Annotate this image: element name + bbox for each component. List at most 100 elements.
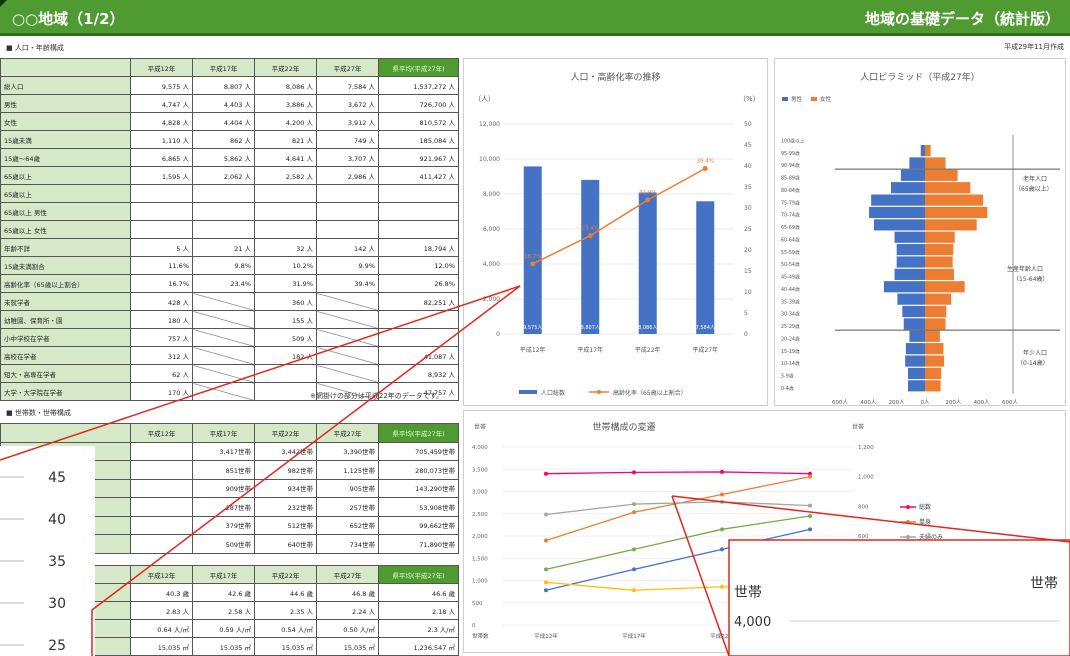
- table-cell: [0, 441, 131, 461]
- table-cell: [254, 382, 317, 401]
- table-cell: 3,390世帯: [316, 441, 379, 461]
- male-bar: [883, 281, 925, 293]
- line-label: 31.9%: [639, 190, 656, 196]
- table-cell: 46.8 歳: [316, 583, 379, 602]
- table-cell: 0.50 人/㎡: [316, 619, 379, 638]
- y2-tick-label: 50: [744, 121, 752, 128]
- x-tick-label: 200人: [889, 399, 905, 406]
- x-tick-label: 400人: [860, 399, 876, 406]
- age-label: 10-14歳: [781, 360, 800, 367]
- table-cell: [192, 184, 255, 203]
- table-cell: 男性: [0, 94, 131, 113]
- line-point: [720, 499, 724, 504]
- table-cell: 4,404 人: [192, 112, 255, 131]
- y-tick-label: 2,000: [483, 296, 500, 303]
- table-cell: 2.35 人: [254, 601, 317, 620]
- table-row: 15歳～64歳 6,865 人 5,862 人 4,641 人 3,707 人 921,9…: [0, 148, 459, 167]
- table-cell: [378, 202, 459, 221]
- table-cell: [130, 515, 193, 535]
- y2-tick-label: 200: [858, 593, 869, 599]
- age-label: 100歳以上: [781, 137, 805, 144]
- table-row: 65歳以上 女性: [0, 220, 459, 239]
- table-cell: 1,595 人: [130, 166, 193, 185]
- y-tick-label: 1,000: [472, 579, 488, 585]
- table-row: 小中学校在学者 757 人 509 人: [0, 328, 459, 347]
- table-cell: 18,794 人: [378, 238, 459, 257]
- table-cell: 3,886 人: [254, 94, 317, 113]
- table-cell: [254, 364, 317, 383]
- table-cell: 934世帯: [254, 478, 317, 498]
- header-cell: 平成27年: [316, 565, 379, 584]
- age-label: 90-94歳: [781, 162, 800, 169]
- line-series: [545, 581, 811, 591]
- female-bar: [925, 318, 946, 330]
- line-point: [632, 588, 636, 593]
- table-cell: [316, 292, 379, 311]
- header-cell: 県平均(平成27年): [378, 423, 459, 443]
- x-tick-label: 200人: [945, 399, 961, 406]
- age-label: 50-54歳: [781, 261, 800, 268]
- table-cell: 2.18 人: [378, 601, 459, 620]
- table-row: 379世帯 512世帯 652世帯 99,662世帯: [0, 515, 459, 535]
- female-bar: [925, 355, 945, 367]
- y-tick-label: 0: [472, 623, 476, 629]
- table-cell: 65歳以上: [0, 184, 131, 203]
- female-bar: [925, 343, 944, 355]
- line-point: [632, 547, 636, 552]
- bar: [696, 201, 715, 334]
- table-cell: 982世帯: [254, 460, 317, 480]
- y-tick-label: 2,500: [472, 512, 488, 518]
- table-cell: [0, 515, 131, 535]
- legend-swatch-male: [782, 97, 788, 101]
- table-cell: 15,035 ㎡: [192, 637, 255, 656]
- table-row: 909世帯 934世帯 905世帯 143,290世帯: [0, 478, 459, 498]
- male-bar: [908, 367, 925, 380]
- male-bar: [920, 144, 925, 157]
- table-cell: 15歳～64歳: [0, 148, 131, 167]
- female-bar: [925, 330, 940, 342]
- female-bar: [925, 144, 931, 157]
- table-cell: 7,584 人: [316, 76, 379, 95]
- x-tick-label: 平成27年: [798, 632, 822, 640]
- line-point: [720, 469, 724, 474]
- y2-tick-label: 1,200: [858, 445, 874, 451]
- table-cell: [192, 382, 255, 401]
- line-point: [632, 502, 636, 507]
- header-cell: 平成12年: [130, 423, 193, 443]
- created-date: 平成29年11月作成: [1004, 43, 1064, 51]
- table-cell: [0, 583, 131, 602]
- table-cell: [316, 328, 379, 347]
- header-cell: 県平均(平成27年): [378, 565, 459, 584]
- female-bar: [925, 219, 977, 231]
- legend-marker: [906, 505, 910, 509]
- legend-label: 単身: [919, 518, 931, 526]
- table-row: 40.3 歳 42.6 歳 44.6 歳 46.8 歳 46.6 歳: [0, 583, 459, 602]
- table-cell: 909世帯: [192, 478, 255, 498]
- y-unit-right: 世帯: [852, 423, 864, 431]
- header-cell: [0, 423, 131, 443]
- table-cell: [0, 601, 131, 620]
- line-series: [545, 476, 811, 542]
- y2-tick-label: 1,000: [858, 475, 874, 481]
- male-bar: [896, 256, 925, 268]
- table-cell: 小中学校在学者: [0, 328, 131, 347]
- legend-marker: [906, 520, 910, 524]
- header-cell: 平成22年: [254, 58, 317, 77]
- table-cell: 40.3 歳: [130, 583, 193, 602]
- table-cell: 65歳以上 女性: [0, 220, 131, 239]
- line-point: [702, 166, 708, 172]
- y2-tick-label: 35: [744, 184, 752, 191]
- y2-tick-label: 40: [744, 163, 752, 170]
- table-cell: 640世帯: [254, 534, 317, 554]
- table-row: 509世帯 640世帯 734世帯 71,890世帯: [0, 534, 459, 554]
- table-cell: 6,865 人: [130, 148, 193, 167]
- household-composition-panel: 世帯構成の変遷 世帯 世帯 0 500 1,000 1,500 2,000 2,500 3,00…: [463, 410, 1066, 653]
- table-cell: 5,862 人: [192, 148, 255, 167]
- male-bar: [891, 182, 925, 194]
- chart1-svg: （人） （%） 0 2,000 4,000 6,000 8,000 10,000 12,000 0…: [474, 95, 760, 397]
- table-cell: 0.54 人/㎡: [254, 619, 317, 638]
- table-cell: 726,700 人: [378, 94, 459, 113]
- table-cell: 2,062 人: [192, 166, 255, 185]
- y-tick-label: 12,000: [479, 121, 500, 128]
- male-bar: [902, 305, 925, 318]
